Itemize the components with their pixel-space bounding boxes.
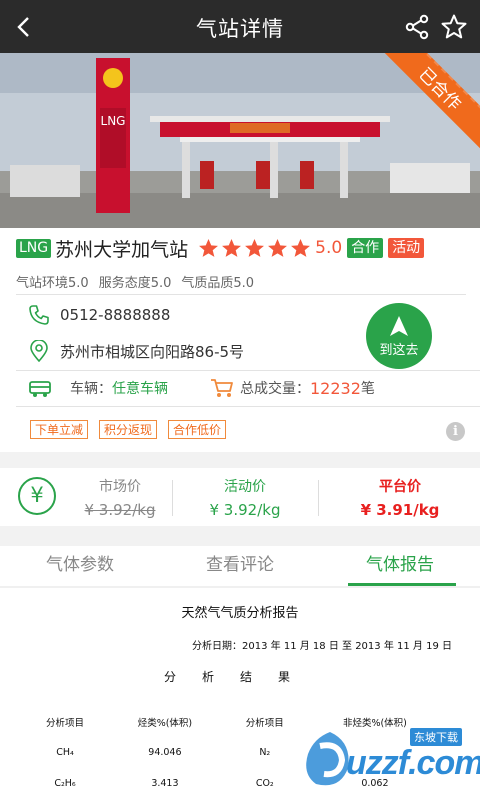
star-icon <box>245 238 265 257</box>
vehicle-value: 任意车辆 <box>112 381 168 397</box>
environment-score: 气站环境5.0 <box>16 276 89 291</box>
table-header: 分析项目 <box>245 717 284 729</box>
tab-gas-params[interactable]: 气体参数 <box>0 546 160 586</box>
activity-price-label: 活动价 <box>224 479 266 495</box>
navigate-label: 到这去 <box>379 343 419 358</box>
location-pin-icon <box>30 340 48 362</box>
divider <box>318 480 319 516</box>
vehicle-info: 车辆： 任意车辆 <box>28 377 168 399</box>
divider <box>16 370 480 371</box>
star-icon <box>268 238 288 257</box>
table-cell: N₂ <box>259 747 271 758</box>
sign-lng-text: LNG <box>101 114 126 128</box>
promo-tag: 合作低价 <box>168 420 227 439</box>
section-gap <box>0 452 480 468</box>
star-icon <box>199 238 219 257</box>
share-icon[interactable] <box>404 14 430 40</box>
phone-row[interactable]: 0512-8888888 <box>28 304 170 326</box>
gas-station-illustration: LNG <box>0 53 480 228</box>
price-section: ¥ 市场价 ¥ 3.92/kg 活动价 ¥ 3.92/kg 平台价 ¥ 3.91… <box>0 468 480 526</box>
activity-tag: 活动 <box>388 238 425 258</box>
table-cell: CH₄ <box>56 747 74 758</box>
volume-info: 总成交量： 12232 笔 <box>210 377 375 399</box>
star-icon <box>222 238 242 257</box>
navigate-button[interactable]: 到这去 <box>366 303 432 369</box>
activity-price-value: ¥ 3.92/kg <box>209 501 281 519</box>
top-bar: 气站详情 <box>0 0 480 53</box>
station-photo: LNG 已合作 <box>0 53 480 228</box>
market-price-value: ¥ 3.92/kg <box>84 501 156 519</box>
site-watermark: 东坡下载 uzzf.com <box>300 722 480 798</box>
section-gap <box>0 526 480 546</box>
cooperate-tag: 合作 <box>347 238 384 258</box>
platform-price-value: ¥ 3.91/kg <box>360 501 440 519</box>
report-date: 分析日期：2013 年 11 月 18 日 至 2013 年 11 月 19 日 <box>192 641 452 652</box>
promo-tag: 积分返现 <box>99 420 158 439</box>
shopping-cart-icon <box>211 379 233 397</box>
platform-price: 平台价 ¥ 3.91/kg <box>340 476 460 519</box>
service-score: 服务态度5.0 <box>98 276 172 291</box>
watermark-text: uzzf.com <box>346 744 480 782</box>
info-icon[interactable]: i <box>446 422 465 441</box>
tab-gas-report[interactable]: 气体报告 <box>320 546 480 586</box>
divider <box>172 480 173 516</box>
vehicle-label: 车辆： <box>70 381 112 397</box>
report-heading: 分析结果 <box>163 670 316 684</box>
table-cell: CO₂ <box>255 778 274 789</box>
station-name: 苏州大学加气站 <box>55 238 189 261</box>
yen-icon: ¥ <box>18 477 56 515</box>
report-title: 天然气气质分析报告 <box>181 606 299 621</box>
divider <box>16 406 480 407</box>
table-header: 分析项目 <box>46 717 85 729</box>
address-row: 苏州市相城区向阳路86-5号 <box>28 340 244 362</box>
phone-icon <box>29 305 49 325</box>
rating-stars <box>198 238 313 259</box>
phone-number[interactable]: 0512-8888888 <box>60 306 170 324</box>
favorite-star-icon[interactable] <box>440 13 468 41</box>
table-cell: C₂H₆ <box>54 778 76 789</box>
tab-reviews[interactable]: 查看评论 <box>160 546 320 586</box>
score-row: 气站环境5.0 服务态度5.0 气质品质5.0 <box>16 272 254 291</box>
market-price-label: 市场价 <box>99 479 141 495</box>
table-cell: 3.413 <box>151 778 179 789</box>
activity-price: 活动价 ¥ 3.92/kg <box>190 476 300 519</box>
rating-value: 5.0 <box>315 238 343 258</box>
divider <box>16 294 466 295</box>
quality-score: 气质品质5.0 <box>181 276 255 291</box>
table-cell: 94.046 <box>148 747 182 758</box>
platform-price-label: 平台价 <box>379 479 421 495</box>
navigation-arrow-icon <box>390 316 408 336</box>
promo-tag-list: 下单立减 积分返现 合作低价 <box>30 420 227 439</box>
detail-tabs: 气体参数 查看评论 气体报告 <box>0 546 480 586</box>
station-address: 苏州市相城区向阳路86-5号 <box>60 342 245 361</box>
car-icon <box>29 381 51 397</box>
station-name-row: LNG 苏州大学加气站 5.0 合作 活动 <box>16 236 425 261</box>
lng-badge: LNG <box>16 238 52 258</box>
market-price: 市场价 ¥ 3.92/kg <box>72 476 168 519</box>
volume-unit: 笔 <box>360 381 375 397</box>
promo-tag: 下单立减 <box>30 420 89 439</box>
star-icon <box>291 238 311 257</box>
volume-label: 总成交量： <box>240 381 310 397</box>
table-header: 烃类%(体积) <box>137 717 193 729</box>
volume-value: 12232 <box>310 378 361 398</box>
